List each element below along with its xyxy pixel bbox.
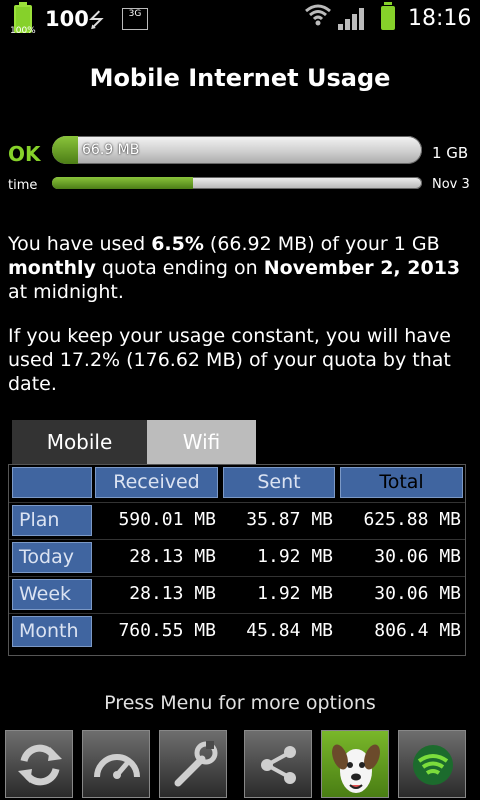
usage-status-label: OK: [8, 142, 41, 166]
status-bar: 100% 100 ⭍ 3G 18:16: [0, 0, 480, 38]
table-row: Month 760.55 MB 45.84 MB 806.4 MB: [9, 613, 465, 647]
data-cap-label: 1 GB: [432, 144, 469, 162]
network-type-icon: 3G: [122, 8, 148, 30]
data-usage-fill: [52, 136, 78, 164]
settings-button[interactable]: [159, 730, 227, 798]
summary-text: (66.92 MB) of your 1 GB: [203, 233, 440, 255]
status-clock: 18:16: [408, 6, 472, 31]
wifi-icon: [304, 2, 332, 34]
received-value: 28.13 MB: [129, 546, 216, 567]
sent-value: 1.92 MB: [257, 546, 333, 567]
sent-value: 35.87 MB: [246, 509, 333, 530]
summary-text: quota ending on: [95, 257, 264, 279]
signal-strength-icon: [338, 6, 368, 30]
usage-table: Received Sent Total Plan 590.01 MB 35.87…: [8, 464, 466, 656]
row-label: Plan: [12, 505, 92, 536]
total-value: 625.88 MB: [363, 509, 461, 530]
security-shield-icon: [413, 745, 453, 785]
refresh-icon: [18, 744, 62, 786]
data-usage-bar: 66.9 MB: [52, 136, 422, 164]
sent-value: 1.92 MB: [257, 583, 333, 604]
bottom-toolbar: [0, 728, 480, 800]
table-header-row: Received Sent Total: [9, 465, 465, 498]
menu-hint: Press Menu for more options: [104, 692, 376, 714]
app-mascot-button[interactable]: [321, 730, 389, 798]
battery-percent-small: 100%: [10, 26, 36, 36]
tab-wifi[interactable]: Wifi: [147, 420, 256, 464]
row-label: Month: [12, 616, 92, 647]
network-type-label: 3G: [128, 9, 142, 19]
table-row: Today 28.13 MB 1.92 MB 30.06 MB: [9, 539, 465, 573]
summary-text: You have used: [8, 233, 152, 255]
usage-projection: If you keep your usage constant, you wil…: [8, 325, 451, 395]
share-icon: [261, 746, 296, 784]
speed-test-button[interactable]: [82, 730, 150, 798]
table-row: Week 28.13 MB 1.92 MB 30.06 MB: [9, 576, 465, 610]
table-row: Plan 590.01 MB 35.87 MB 625.88 MB: [9, 502, 465, 536]
table-header-sent: Sent: [223, 467, 335, 498]
total-value: 30.06 MB: [374, 583, 461, 604]
time-label: time: [8, 178, 38, 193]
table-header-total: Total: [340, 467, 463, 498]
received-value: 28.13 MB: [129, 583, 216, 604]
speedometer-icon: [94, 754, 140, 779]
usage-summary: You have used 6.5% (66.92 MB) of your 1 …: [8, 232, 472, 304]
tab-mobile[interactable]: Mobile: [12, 420, 147, 464]
sent-value: 45.84 MB: [246, 620, 333, 641]
battery-percent: 100: [45, 7, 89, 31]
share-button[interactable]: [244, 730, 312, 798]
summary-end-date: November 2, 2013: [263, 257, 461, 279]
summary-text: at midnight.: [8, 281, 124, 303]
row-label: Week: [12, 579, 92, 610]
time-progress-fill: [52, 177, 193, 189]
table-header-corner: [12, 467, 92, 498]
total-value: 806.4 MB: [374, 620, 461, 641]
table-header-received: Received: [95, 467, 218, 498]
total-value: 30.06 MB: [374, 546, 461, 567]
usb-icon: ⭍: [88, 8, 105, 32]
period-end-label: Nov 3: [432, 177, 470, 192]
summary-percent: 6.5%: [151, 233, 204, 255]
battery-icon: [381, 2, 395, 30]
data-usage-text: 66.9 MB: [82, 142, 140, 158]
security-button[interactable]: [398, 730, 466, 798]
wrench-icon: [174, 741, 218, 787]
time-progress-bar: [52, 177, 422, 189]
page-title: Mobile Internet Usage: [89, 64, 391, 92]
row-label: Today: [12, 542, 92, 573]
received-value: 590.01 MB: [118, 509, 216, 530]
dog-icon: [332, 744, 380, 793]
summary-period: monthly: [8, 257, 96, 279]
received-value: 760.55 MB: [118, 620, 216, 641]
refresh-button[interactable]: [5, 730, 73, 798]
